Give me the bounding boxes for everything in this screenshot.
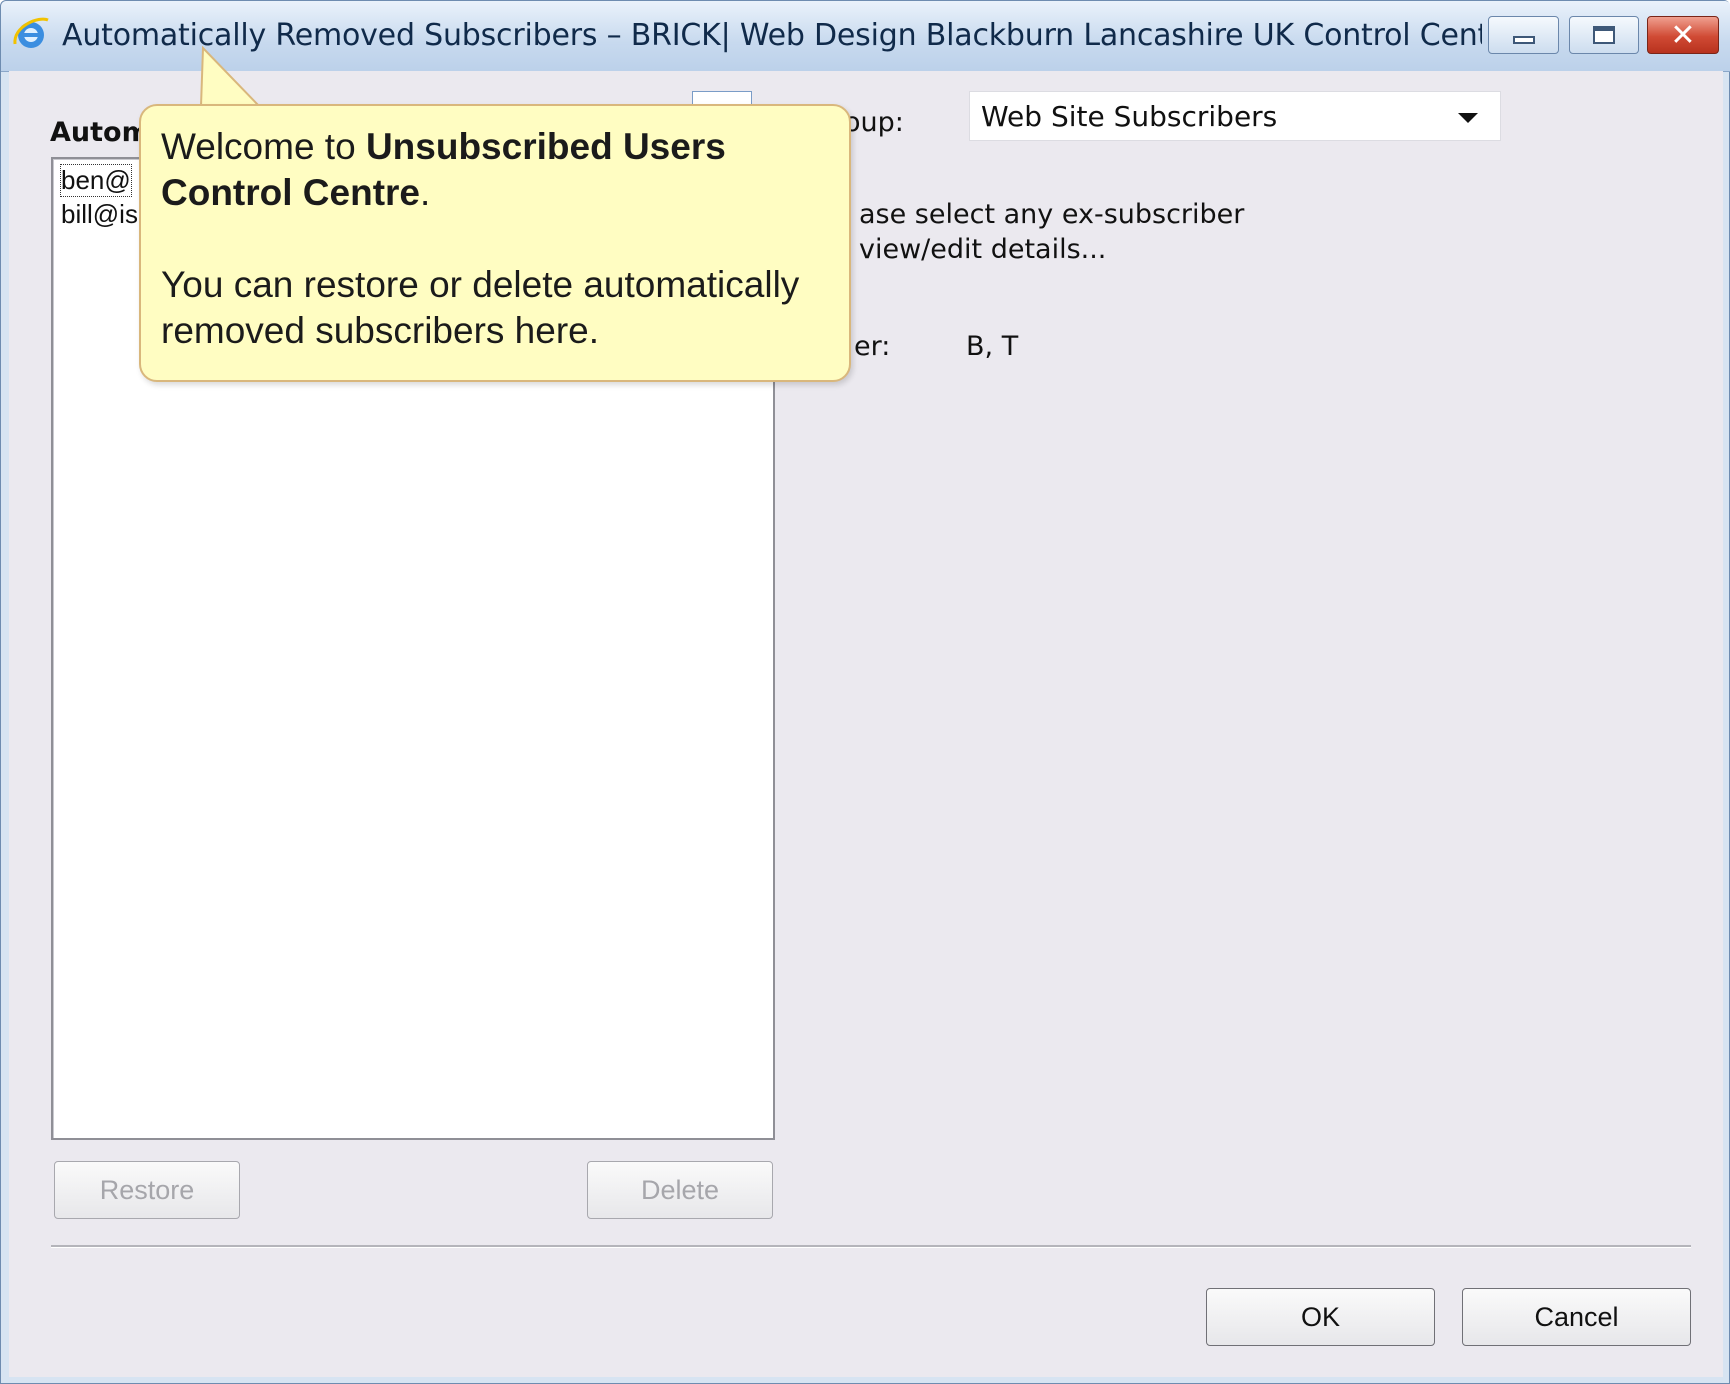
window-title: Automatically Removed Subscribers – BRIC… bbox=[62, 18, 1482, 53]
info-line-2: view/edit details... bbox=[859, 234, 1107, 265]
info-line-1: ase select any ex-subscriber bbox=[859, 199, 1245, 230]
field-value: B, T bbox=[966, 331, 1019, 362]
maximize-icon bbox=[1593, 26, 1615, 44]
close-button[interactable]: ✕ bbox=[1647, 16, 1719, 54]
callout-welcome-suffix: . bbox=[420, 172, 431, 213]
list-item[interactable]: bill@is bbox=[61, 199, 138, 230]
divider bbox=[51, 1245, 1691, 1248]
cancel-button[interactable]: Cancel bbox=[1462, 1288, 1691, 1346]
list-label: Autom bbox=[50, 117, 150, 148]
info-text: ase select any ex-subscriber view/edit d… bbox=[859, 197, 1244, 267]
group-dropdown-value: Web Site Subscribers bbox=[981, 100, 1278, 133]
ok-button[interactable]: OK bbox=[1206, 1288, 1435, 1346]
welcome-callout: Welcome to Unsubscribed Users Control Ce… bbox=[139, 104, 851, 382]
delete-button[interactable]: Delete bbox=[587, 1161, 773, 1219]
dialog-window: Automatically Removed Subscribers – BRIC… bbox=[0, 0, 1730, 1384]
minimize-button[interactable] bbox=[1488, 16, 1559, 54]
restore-button[interactable]: Restore bbox=[54, 1161, 240, 1219]
field-label: er: bbox=[854, 331, 891, 362]
group-label: oup: bbox=[844, 107, 904, 138]
maximize-button[interactable] bbox=[1569, 16, 1639, 54]
callout-welcome-prefix: Welcome to bbox=[161, 126, 366, 167]
callout-pointer bbox=[199, 46, 262, 108]
internet-explorer-icon bbox=[13, 17, 49, 48]
chevron-down-icon bbox=[1458, 113, 1478, 123]
group-dropdown[interactable]: Web Site Subscribers bbox=[969, 91, 1501, 141]
minimize-icon bbox=[1512, 36, 1535, 44]
list-item[interactable]: ben@ bbox=[60, 164, 132, 197]
callout-body: You can restore or delete automatically … bbox=[161, 264, 800, 351]
callout-text: Welcome to Unsubscribed Users Control Ce… bbox=[161, 124, 841, 354]
close-icon: ✕ bbox=[1670, 17, 1696, 53]
